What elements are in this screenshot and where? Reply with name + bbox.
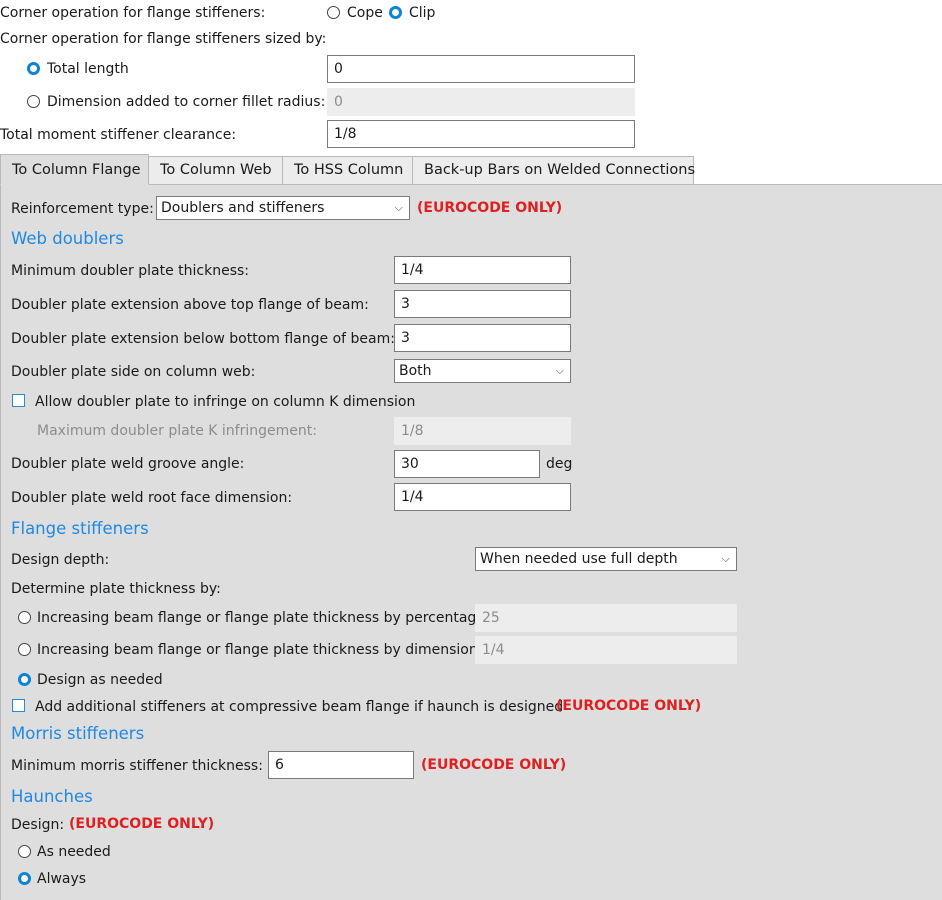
web-doublers-heading: Web doublers	[11, 229, 124, 248]
sized-by-label: Corner operation for flange stiffeners s…	[0, 31, 327, 47]
clearance-label: Total moment stiffener clearance:	[0, 127, 237, 143]
dimension-added-input[interactable]: 0	[327, 88, 635, 116]
min-doubler-thickness-label: Minimum doubler plate thickness:	[11, 263, 250, 279]
tab-to-column-flange[interactable]: To Column Flange	[0, 154, 149, 185]
by-dimension-input[interactable]: 1/4	[475, 636, 737, 664]
design-depth-select[interactable]: When needed use full depth ⌵	[475, 547, 737, 571]
eurocode-note: (EUROCODE ONLY)	[69, 816, 215, 832]
allow-infringe-label: Allow doubler plate to infringe on colum…	[35, 394, 416, 410]
doubler-side-label: Doubler plate side on column web:	[11, 364, 256, 380]
groove-angle-unit: deg	[546, 456, 573, 472]
groove-angle-input[interactable]: 30	[394, 450, 540, 478]
cope-label: Cope	[347, 5, 383, 21]
tab-to-column-web[interactable]: To Column Web	[148, 156, 283, 185]
total-length-radio[interactable]	[27, 62, 40, 75]
by-percentage-radio[interactable]	[18, 611, 31, 624]
eurocode-note: (EUROCODE ONLY)	[417, 200, 563, 216]
ext-below-label: Doubler plate extension below bottom fla…	[11, 331, 395, 347]
min-doubler-thickness-input[interactable]: 1/4	[394, 256, 571, 284]
by-dimension-radio[interactable]	[18, 643, 31, 656]
haunch-stiffeners-checkbox[interactable]	[12, 699, 25, 712]
haunch-always-label: Always	[37, 871, 87, 887]
doubler-side-select[interactable]: Both ⌵	[394, 359, 571, 383]
clip-label: Clip	[409, 5, 436, 21]
allow-infringe-checkbox[interactable]	[12, 394, 25, 407]
min-morris-thickness-label: Minimum morris stiffener thickness:	[11, 758, 263, 774]
haunch-as-needed-radio[interactable]	[18, 845, 31, 858]
dimension-added-radio[interactable]	[27, 95, 40, 108]
eurocode-note: (EUROCODE ONLY)	[421, 757, 567, 773]
clip-radio[interactable]	[389, 6, 402, 19]
chevron-down-icon: ⌵	[721, 552, 730, 565]
max-k-infringement-label: Maximum doubler plate K infringement:	[37, 423, 317, 439]
eurocode-note: (EUROCODE ONLY)	[556, 698, 702, 714]
by-percentage-label: Increasing beam flange or flange plate t…	[37, 610, 485, 626]
morris-stiffeners-heading: Morris stiffeners	[11, 724, 145, 743]
root-face-label: Doubler plate weld root face dimension:	[11, 490, 293, 506]
determine-thickness-label: Determine plate thickness by:	[11, 581, 221, 597]
chevron-down-icon: ⌵	[555, 364, 564, 377]
total-length-label: Total length	[47, 61, 129, 77]
tab-to-hss-column[interactable]: To HSS Column	[282, 156, 413, 185]
ext-above-input[interactable]: 3	[394, 290, 571, 318]
total-length-input[interactable]: 0	[327, 55, 635, 83]
dimension-added-label: Dimension added to corner fillet radius:	[47, 94, 326, 110]
clearance-input[interactable]: 1/8	[327, 120, 635, 148]
ext-below-input[interactable]: 3	[394, 324, 571, 352]
tab-backup-bars[interactable]: Back-up Bars on Welded Connections	[412, 156, 695, 185]
reinforcement-type-select[interactable]: Doublers and stiffeners ⌵	[156, 196, 410, 220]
design-depth-value: When needed use full depth	[480, 551, 678, 567]
corner-operation-label: Corner operation for flange stiffeners:	[0, 5, 266, 21]
haunch-always-radio[interactable]	[18, 872, 31, 885]
design-depth-label: Design depth:	[11, 552, 110, 568]
haunch-as-needed-label: As needed	[37, 844, 111, 860]
haunch-stiffeners-label: Add additional stiffeners at compressive…	[35, 699, 564, 715]
min-morris-thickness-input[interactable]: 6	[268, 751, 414, 779]
chevron-down-icon: ⌵	[394, 201, 403, 214]
reinforcement-type-value: Doublers and stiffeners	[161, 200, 325, 216]
flange-stiffeners-heading: Flange stiffeners	[11, 519, 149, 538]
groove-angle-label: Doubler plate weld groove angle:	[11, 456, 245, 472]
cope-radio[interactable]	[327, 6, 340, 19]
haunch-design-label: Design:	[11, 817, 65, 833]
by-dimension-label: Increasing beam flange or flange plate t…	[37, 642, 478, 658]
design-as-needed-radio[interactable]	[18, 673, 31, 686]
design-as-needed-label: Design as needed	[37, 672, 163, 688]
by-percentage-input[interactable]: 25	[475, 604, 737, 632]
doubler-side-value: Both	[399, 363, 432, 379]
reinforcement-type-label: Reinforcement type:	[11, 201, 154, 217]
max-k-infringement-input[interactable]: 1/8	[394, 417, 571, 445]
haunches-heading: Haunches	[11, 787, 93, 806]
ext-above-label: Doubler plate extension above top flange…	[11, 297, 369, 313]
root-face-input[interactable]: 1/4	[394, 483, 571, 511]
